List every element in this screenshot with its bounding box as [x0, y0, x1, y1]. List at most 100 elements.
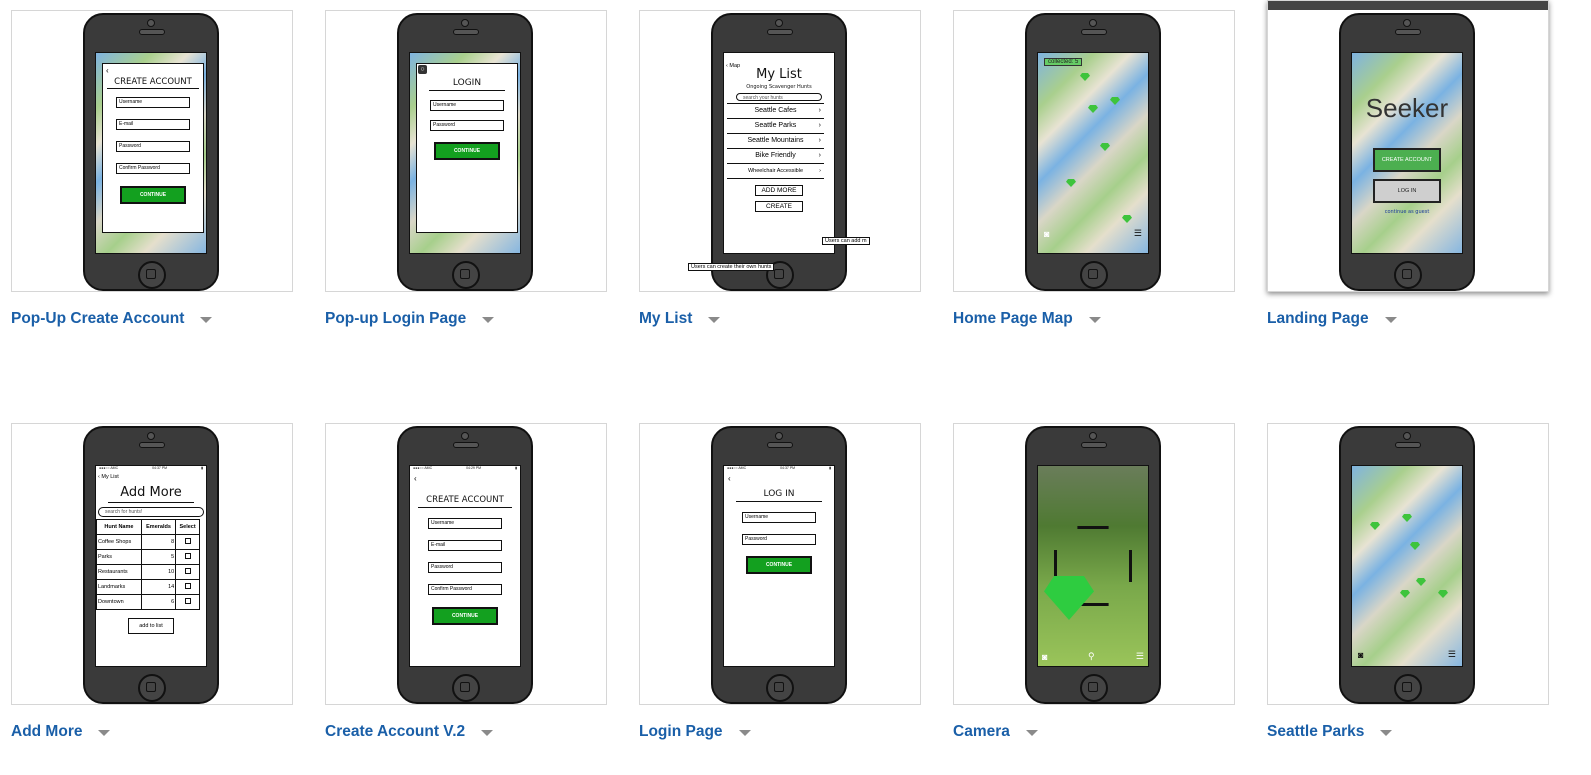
- status-bar: ●●●○○ AMC 04:37 PM ▮: [727, 466, 831, 470]
- list-item: Wheelchair Accessible: [727, 164, 824, 179]
- list-item: Seattle Parks: [727, 119, 824, 134]
- phone-frame: ○ LOGIN Username Password CONTINUE: [397, 13, 533, 291]
- caret-down-icon[interactable]: [1384, 317, 1397, 323]
- mockup-title-link[interactable]: My List: [639, 310, 692, 328]
- camera-icon: [775, 19, 783, 27]
- mockup-card-seattle-parks[interactable]: ◙ ☰ Seattle Parks: [1267, 423, 1549, 740]
- location-pin-icon: ⚲: [1088, 651, 1095, 661]
- mockup-thumbnail[interactable]: collected: 5 ◙ ☰: [953, 10, 1235, 292]
- column-header: Emeralds: [140, 519, 177, 535]
- continue-button: CONTINUE: [434, 142, 500, 160]
- mockup-thumbnail[interactable]: Seeker CREATE ACCOUNT LOG IN continue as…: [1267, 0, 1549, 292]
- mockup-card-login-page[interactable]: ●●●○○ AMC 04:37 PM ▮ ‹ LOG IN Username Pas…: [639, 423, 921, 740]
- camera-icon: [461, 19, 469, 27]
- continue-button: CONTINUE: [120, 186, 186, 204]
- mockup-title-link[interactable]: Seattle Parks: [1267, 723, 1364, 741]
- caret-down-icon[interactable]: [708, 317, 721, 323]
- guest-link: continue as guest: [1384, 209, 1430, 215]
- mockup-thumbnail[interactable]: ○ LOGIN Username Password CONTINUE: [325, 10, 607, 292]
- phone-frame: ◙ ⚲ ☰: [1025, 426, 1161, 704]
- mockup-title-link[interactable]: Pop-up Login Page: [325, 310, 466, 328]
- speaker-icon: [767, 29, 793, 35]
- mockup-title-link[interactable]: Create Account V.2: [325, 723, 465, 741]
- caret-down-icon[interactable]: [738, 730, 751, 736]
- caret-down-icon[interactable]: [200, 317, 213, 323]
- emerald-marker-icon: [1100, 143, 1110, 151]
- list-item: Seattle Mountains: [727, 134, 824, 149]
- mockup-title-link[interactable]: Home Page Map: [953, 310, 1073, 328]
- home-button-icon: [1394, 261, 1422, 289]
- home-button-icon: [1080, 674, 1108, 702]
- emerald-marker-icon: [1402, 514, 1412, 522]
- checkbox: [184, 598, 191, 604]
- create-account-popup: ‹ CREATE ACCOUNT Username E-mail Passwor…: [102, 63, 204, 233]
- camera-viewfinder: ◙ ⚲ ☰: [1037, 465, 1149, 667]
- mockup-thumbnail[interactable]: ◙ ⚲ ☰: [953, 423, 1235, 705]
- username-field: Username: [116, 97, 190, 108]
- checkbox: [184, 538, 191, 544]
- app-title: Seeker: [1365, 93, 1449, 123]
- camera-icon: [1089, 19, 1097, 27]
- screen-title: LOGIN: [452, 78, 482, 88]
- mockup-card-home-page-map[interactable]: collected: 5 ◙ ☰ Home Page Map: [953, 10, 1235, 327]
- phone-screen: ‹ CREATE ACCOUNT Username E-mail Passwor…: [95, 52, 207, 254]
- speaker-icon: [1081, 442, 1107, 448]
- emerald-marker-icon: [1438, 590, 1448, 598]
- mockup-thumbnail[interactable]: ●●●○○ AMC 04:37 PM ▮ ‹ My List Add More se…: [11, 423, 293, 705]
- list-item: Bike Friendly: [727, 149, 824, 164]
- emerald-marker-icon: [1066, 179, 1076, 187]
- confirm-password-field: Confirm Password: [428, 584, 502, 595]
- mockup-card-pop-up-create-account[interactable]: ‹ CREATE ACCOUNT Username E-mail Passwor…: [11, 10, 293, 327]
- phone-frame: ◙ ☰: [1339, 426, 1475, 704]
- mockup-card-camera[interactable]: ◙ ⚲ ☰ Camera: [953, 423, 1235, 740]
- camera-icon: ◙: [1044, 229, 1050, 239]
- emerald-icon: [1044, 576, 1094, 620]
- add-to-list-button: add to list: [128, 618, 174, 634]
- home-button-icon: [452, 261, 480, 289]
- mockup-title-link[interactable]: Add More: [11, 723, 82, 741]
- caret-down-icon[interactable]: [482, 317, 495, 323]
- email-field: E-mail: [428, 540, 502, 551]
- caret-down-icon[interactable]: [98, 730, 111, 736]
- mockup-card-pop-up-login-page[interactable]: ○ LOGIN Username Password CONTINUE Pop-u…: [325, 10, 607, 327]
- table-row: Restaurants 10: [96, 564, 200, 580]
- mockup-title-link[interactable]: Login Page: [639, 723, 723, 741]
- mockup-thumbnail[interactable]: ‹ CREATE ACCOUNT Username E-mail Passwor…: [11, 10, 293, 292]
- back-link: ‹ Map: [726, 63, 741, 69]
- home-button-icon: [452, 674, 480, 702]
- mockup-thumbnail[interactable]: ‹ Map My List Ongoing Scavenger Hunts se…: [639, 10, 921, 292]
- mockup-card-create-account-v2[interactable]: ●●●○○ AMC 04:29 PM ▮ ‹ CREATE ACCOUNT User…: [325, 423, 607, 740]
- screen-title: My List: [756, 67, 802, 82]
- camera-icon: [1089, 432, 1097, 440]
- mockup-title-link[interactable]: Landing Page: [1267, 310, 1369, 328]
- mockup-thumbnail[interactable]: ◙ ☰: [1267, 423, 1549, 705]
- camera-icon: ◙: [1358, 650, 1364, 660]
- phone-frame: Seeker CREATE ACCOUNT LOG IN continue as…: [1339, 13, 1475, 291]
- mockup-title-link[interactable]: Pop-Up Create Account: [11, 310, 184, 328]
- annotation-note: Users can add m: [822, 237, 870, 245]
- home-button-icon: [1080, 261, 1108, 289]
- confirm-password-field: Confirm Password: [116, 163, 190, 174]
- phone-screen: collected: 5 ◙ ☰: [1037, 52, 1149, 254]
- screen-title: LOG IN: [763, 489, 795, 499]
- caret-down-icon[interactable]: [481, 730, 494, 736]
- caret-down-icon[interactable]: [1088, 317, 1101, 323]
- caret-down-icon[interactable]: [1025, 730, 1038, 736]
- password-field: Password: [742, 534, 816, 545]
- mockup-title-link[interactable]: Camera: [953, 723, 1010, 741]
- continue-button: CONTINUE: [746, 556, 812, 574]
- caret-down-icon[interactable]: [1380, 730, 1393, 736]
- mockup-card-landing-page[interactable]: Seeker CREATE ACCOUNT LOG IN continue as…: [1267, 0, 1549, 327]
- phone-screen: Seeker CREATE ACCOUNT LOG IN continue as…: [1351, 52, 1463, 254]
- mockup-thumbnail[interactable]: ●●●○○ AMC 04:29 PM ▮ ‹ CREATE ACCOUNT User…: [325, 423, 607, 705]
- emerald-marker-icon: [1122, 215, 1132, 223]
- mockup-thumbnail[interactable]: ●●●○○ AMC 04:37 PM ▮ ‹ LOG IN Username Pas…: [639, 423, 921, 705]
- table-row: Coffee Shops 8: [96, 534, 200, 550]
- phone-frame: ‹ CREATE ACCOUNT Username E-mail Passwor…: [83, 13, 219, 291]
- checkbox: [184, 568, 191, 574]
- mockup-card-my-list[interactable]: ‹ Map My List Ongoing Scavenger Hunts se…: [639, 10, 921, 327]
- password-field: Password: [428, 562, 502, 573]
- mockup-card-add-more[interactable]: ●●●○○ AMC 04:37 PM ▮ ‹ My List Add More se…: [11, 423, 293, 740]
- camera-icon: [1403, 432, 1411, 440]
- screen-title: CREATE ACCOUNT: [426, 495, 504, 505]
